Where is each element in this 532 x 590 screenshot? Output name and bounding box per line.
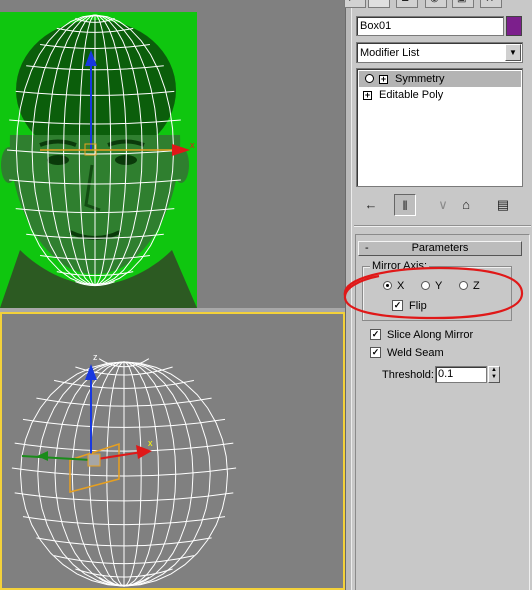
- chevron-down-icon[interactable]: ▼: [505, 44, 521, 61]
- checkbox[interactable]: ✓: [370, 329, 381, 340]
- utilities-icon: ⚒: [485, 0, 494, 5]
- front-viewport-canvas[interactable]: x: [0, 0, 345, 308]
- stack-item-label: Symmetry: [395, 73, 445, 85]
- radio-x[interactable]: X: [383, 279, 417, 293]
- radio-label: Z: [473, 280, 480, 292]
- expand-icon[interactable]: +: [363, 91, 372, 100]
- stack-item-symmetry[interactable]: + Symmetry: [359, 71, 521, 87]
- collapse-icon: -: [365, 242, 369, 254]
- gizmo-x-label: x: [148, 438, 153, 448]
- modifier-enable-bulb-icon[interactable]: [365, 74, 374, 83]
- flip-checkbox[interactable]: ✓ Flip: [392, 299, 452, 313]
- perspective-viewport-canvas[interactable]: z x: [2, 314, 343, 588]
- tab-display[interactable]: ▣: [452, 0, 474, 8]
- modifier-list-label: Modifier List: [360, 47, 420, 59]
- checkbox-label: Slice Along Mirror: [387, 329, 474, 341]
- radio-button[interactable]: [459, 281, 468, 290]
- tab-hierarchy[interactable]: ≣: [396, 0, 418, 8]
- checkbox[interactable]: ✓: [370, 347, 381, 358]
- configure-modifier-sets-icon[interactable]: ▤: [492, 194, 514, 216]
- parameters-rollout-header[interactable]: - Parameters: [358, 241, 522, 256]
- make-unique-icon[interactable]: ∨: [432, 194, 454, 216]
- mirror-axis-title: Mirror Axis:: [370, 260, 429, 272]
- radio-y[interactable]: Y: [421, 279, 455, 293]
- stack-item-editable-poly[interactable]: + Editable Poly: [359, 87, 521, 103]
- command-panel-tabs: ▸ ≈ ≣ ◉ ▣ ⚒: [344, 0, 532, 10]
- checkbox-label: Flip: [409, 300, 427, 312]
- stack-item-label: Editable Poly: [379, 89, 444, 101]
- pin-stack-icon[interactable]: ←: [360, 194, 382, 216]
- tab-motion[interactable]: ◉: [425, 0, 447, 8]
- face-reference: [0, 20, 197, 308]
- modifier-list-dropdown[interactable]: Modifier List ▼: [356, 42, 523, 63]
- threshold-spinner[interactable]: ▲ ▼: [488, 366, 500, 383]
- radio-label: X: [397, 280, 405, 292]
- modifier-stack[interactable]: + Symmetry + Editable Poly: [356, 68, 523, 187]
- create-icon: ▸: [349, 0, 354, 5]
- radio-button[interactable]: [421, 281, 430, 290]
- hierarchy-icon: ≣: [401, 0, 409, 5]
- tab-modify[interactable]: ≈: [368, 0, 390, 8]
- weld-seam-checkbox[interactable]: ✓ Weld Seam: [370, 346, 520, 360]
- front-viewport[interactable]: x: [0, 0, 345, 308]
- gizmo-x-label: x: [190, 140, 195, 150]
- rollout-title: Parameters: [411, 242, 469, 254]
- checkbox-label: Weld Seam: [387, 347, 444, 359]
- gizmo-z-label: z: [93, 352, 98, 362]
- radio-label: Y: [435, 280, 443, 292]
- threshold-input[interactable]: 0.1: [435, 366, 487, 383]
- modify-icon: ≈: [373, 0, 379, 5]
- threshold-label: Threshold:: [382, 369, 434, 381]
- remove-modifier-icon[interactable]: ⌂: [455, 194, 477, 216]
- display-icon: ▣: [457, 0, 466, 5]
- slice-along-mirror-checkbox[interactable]: ✓ Slice Along Mirror: [370, 328, 520, 342]
- command-panel: ▸ ≈ ≣ ◉ ▣ ⚒ Box01 Modifier List ▼ + Symm…: [344, 0, 532, 590]
- object-name-field[interactable]: Box01: [356, 16, 504, 36]
- radio-z[interactable]: Z: [459, 279, 493, 293]
- object-color-swatch[interactable]: [506, 16, 522, 36]
- perspective-viewport[interactable]: z x: [0, 312, 345, 590]
- motion-icon: ◉: [430, 0, 439, 5]
- tab-create[interactable]: ▸: [344, 0, 366, 8]
- tab-utilities[interactable]: ⚒: [480, 0, 502, 8]
- stack-toolbar: ← ‖ ∨ ⌂ ▤: [356, 192, 523, 218]
- checkbox[interactable]: ✓: [392, 300, 403, 311]
- expand-icon[interactable]: +: [379, 75, 388, 84]
- panel-divider: [354, 225, 531, 227]
- radio-button[interactable]: [383, 281, 392, 290]
- show-end-result-icon[interactable]: ‖: [394, 194, 416, 216]
- max-screen: x z x ▸ ≈ ≣: [0, 0, 532, 590]
